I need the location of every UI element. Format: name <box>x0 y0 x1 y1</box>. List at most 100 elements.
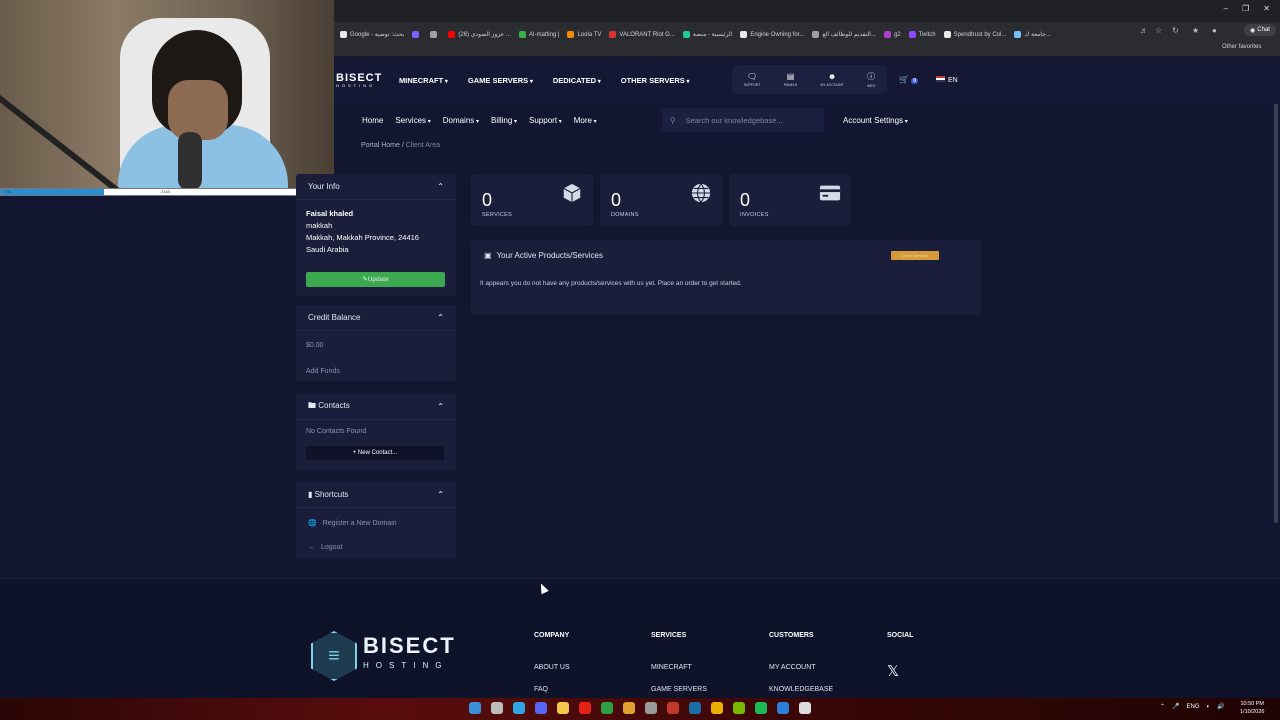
footer-link[interactable]: FAQ <box>534 686 548 693</box>
chevron-up-icon: ⌃ <box>437 313 444 322</box>
chevron-up-icon[interactable]: ⌃ <box>1160 703 1165 710</box>
x-twitter-icon[interactable]: 𝕏 <box>887 662 899 680</box>
input-language[interactable]: ENG <box>1187 704 1200 710</box>
wifi-icon[interactable]: ◐ <box>1207 704 1211 710</box>
subnav-home[interactable]: Home <box>362 116 383 125</box>
bookmark-item[interactable]: عزوز الصودي (26) ... <box>448 31 511 38</box>
knowledgebase-search[interactable]: ⚲ Search our knowledgebase... <box>662 108 824 132</box>
youtube-icon[interactable] <box>579 702 591 714</box>
vscode-icon[interactable] <box>777 702 789 714</box>
explorer-icon[interactable] <box>557 702 569 714</box>
footer-link[interactable]: MINECRAFT <box>651 664 692 671</box>
xbox-icon[interactable] <box>601 702 613 714</box>
chat-button[interactable]: ◉ Chat <box>1244 24 1276 36</box>
read-aloud-icon[interactable]: ♬ <box>1140 26 1148 35</box>
bookmark-item[interactable]: Twitch <box>908 31 936 38</box>
subnav-domains[interactable]: Domains <box>443 116 479 125</box>
quick-my-account[interactable]: ☻ MY ACCOUNT <box>820 72 843 87</box>
chrome-icon[interactable] <box>711 702 723 714</box>
footer-logo[interactable]: ≡ BISECT HOSTING <box>311 631 456 681</box>
bookmark-item[interactable]: VALORANT Riot G... <box>609 31 675 38</box>
close-icon[interactable]: ✕ <box>1263 4 1270 13</box>
breadcrumb-separator: / <box>401 142 404 149</box>
bookmark-item[interactable]: Engine Owning for... <box>740 31 804 38</box>
footer-link[interactable]: KNOWLEDGEBASE <box>769 686 833 693</box>
quick-info[interactable]: ⓘ INFO <box>867 71 875 88</box>
nvidia-icon[interactable] <box>733 702 745 714</box>
bookmark-item[interactable]: الرئيسية - منصة <box>682 31 733 38</box>
windows-icon[interactable] <box>469 702 481 714</box>
favorites-icon[interactable]: ★ <box>1192 26 1199 35</box>
bookmark-label: الرئيسية - منصة <box>692 32 733 38</box>
bookmark-item[interactable]: جامعة ك... <box>1014 31 1051 38</box>
bookmark-item[interactable] <box>430 31 440 38</box>
footer-link[interactable]: ABOUT US <box>534 664 570 671</box>
nav-minecraft[interactable]: MINECRAFT <box>399 76 448 85</box>
volume-icon[interactable]: 🔊 <box>1217 703 1224 710</box>
shortcut-register-domain[interactable]: 🌐 Register a New Domain <box>308 518 444 530</box>
your-info-header[interactable]: Your Info ⌃ <box>296 174 456 200</box>
cart-button[interactable]: 🛒 0 <box>899 75 918 84</box>
subnav-billing[interactable]: Billing <box>491 116 517 125</box>
taskview-icon[interactable] <box>491 702 503 714</box>
quick-label: INFO <box>866 84 876 88</box>
footer-link[interactable]: MY ACCOUNT <box>769 664 816 671</box>
bookmark-item[interactable]: g2 <box>883 31 901 38</box>
update-button[interactable]: ✎Update <box>306 272 445 287</box>
other-favorites[interactable]: Other favorites <box>1222 44 1261 50</box>
shortcut-label: Register a New Domain <box>322 520 397 527</box>
profile-icon[interactable]: ● <box>1212 26 1217 35</box>
app-red-icon[interactable] <box>667 702 679 714</box>
taskbar-clock[interactable]: 10:50 PM 1/10/2026 <box>1240 700 1264 716</box>
restore-icon[interactable]: ❐ <box>1242 4 1249 13</box>
steam-icon[interactable] <box>689 702 701 714</box>
us-flag-icon <box>936 76 945 82</box>
quick-support[interactable]: 🗨 SUPPORT <box>744 72 761 87</box>
bookmark-item[interactable]: Google - بحث: توصية <box>340 31 404 38</box>
nav-game-servers[interactable]: GAME SERVERS <box>468 76 533 85</box>
quick-panels[interactable]: ▤ PANELS <box>784 72 798 87</box>
extensions-icon[interactable]: ↻ <box>1172 26 1179 35</box>
tile-services[interactable]: 0 SERVICES <box>471 174 593 226</box>
edge-icon[interactable] <box>513 702 525 714</box>
tile-domains[interactable]: 0 DOMAINS <box>600 174 722 226</box>
page-scrollbar[interactable] <box>1274 58 1278 523</box>
bookmark-item[interactable]: التقديم للوظائف الع... <box>812 31 876 38</box>
new-contact-button[interactable]: + New Contact... <box>306 446 444 460</box>
subnav-more[interactable]: More <box>574 116 597 125</box>
app-icon[interactable] <box>623 702 635 714</box>
credit-amount: $0.00 <box>306 342 324 349</box>
tile-invoices[interactable]: 0 INVOICES <box>729 174 851 226</box>
account-settings-menu[interactable]: Account Settings <box>843 116 908 125</box>
panel-title: Your Info <box>308 182 340 191</box>
nav-dedicated[interactable]: DEDICATED <box>553 76 601 85</box>
credit-balance-header[interactable]: Credit Balance ⌃ <box>296 305 456 331</box>
minimize-icon[interactable]: – <box>1224 4 1228 13</box>
main-nav: MINECRAFT GAME SERVERS DEDICATED OTHER S… <box>399 76 689 85</box>
footer-link[interactable]: GAME SERVERS <box>651 686 707 693</box>
subnav-support[interactable]: Support <box>529 116 562 125</box>
shortcut-logout[interactable]: ← Logout <box>308 542 444 554</box>
site-logo[interactable]: BISECT HOSTING <box>336 72 382 88</box>
bookmark-item[interactable] <box>412 31 422 38</box>
contacts-header[interactable]: 🖿 Contacts ⌃ <box>296 394 456 420</box>
bookmark-item[interactable]: Spendtrust by Col... <box>943 31 1006 38</box>
tool-icon[interactable] <box>799 702 811 714</box>
bookmark-item[interactable]: Loola TV <box>567 31 601 38</box>
bookmark-item[interactable]: AI-matting | <box>518 31 559 38</box>
add-funds-link[interactable]: Add Funds <box>306 359 446 385</box>
tile-label: INVOICES <box>740 212 769 218</box>
star-icon[interactable]: ☆ <box>1155 26 1162 35</box>
shortcuts-header[interactable]: ▮ Shortcuts ⌃ <box>296 482 456 508</box>
subnav-services[interactable]: Services <box>395 116 430 125</box>
discord-icon[interactable] <box>535 702 547 714</box>
breadcrumb-home[interactable]: Portal Home <box>361 142 400 149</box>
order-services-button[interactable]: Order Services <box>891 251 939 260</box>
language-selector[interactable]: EN <box>936 76 958 84</box>
contacts-panel: 🖿 Contacts ⌃ No Contacts Found + New Cont… <box>296 394 456 470</box>
obs-icon[interactable] <box>645 702 657 714</box>
mic-icon[interactable]: 🎤 <box>1172 703 1179 710</box>
spotify-icon[interactable] <box>755 702 767 714</box>
nav-other-servers[interactable]: OTHER SERVERS <box>621 76 690 85</box>
bookmark-label: g2 <box>893 31 901 38</box>
